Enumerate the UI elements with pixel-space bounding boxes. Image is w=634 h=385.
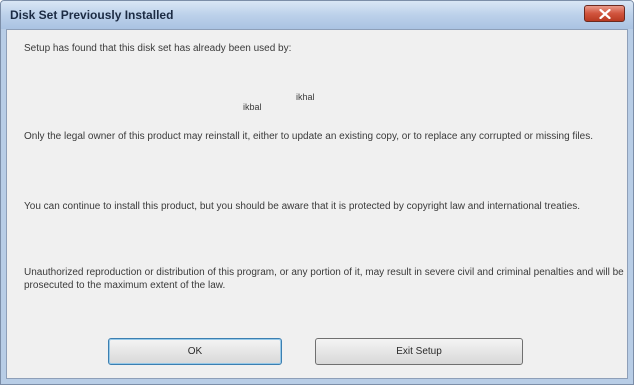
close-icon: [599, 9, 611, 19]
exit-setup-button[interactable]: Exit Setup: [315, 338, 523, 365]
legal-owner-text: Only the legal owner of this product may…: [24, 131, 593, 142]
registered-organization: ikhal: [296, 92, 315, 102]
dialog-content: Setup has found that this disk set has a…: [6, 29, 628, 379]
title-bar[interactable]: Disk Set Previously Installed: [1, 1, 633, 29]
window-title: Disk Set Previously Installed: [10, 8, 174, 22]
setup-dialog-window: Disk Set Previously Installed Setup has …: [0, 0, 634, 385]
registered-user: ikbal: [243, 102, 262, 112]
close-button[interactable]: [584, 5, 625, 22]
piracy-warning-text: Unauthorized reproduction or distributio…: [24, 267, 624, 291]
intro-text: Setup has found that this disk set has a…: [24, 43, 292, 54]
ok-button[interactable]: OK: [108, 338, 282, 365]
copyright-notice-text: You can continue to install this product…: [24, 201, 581, 212]
